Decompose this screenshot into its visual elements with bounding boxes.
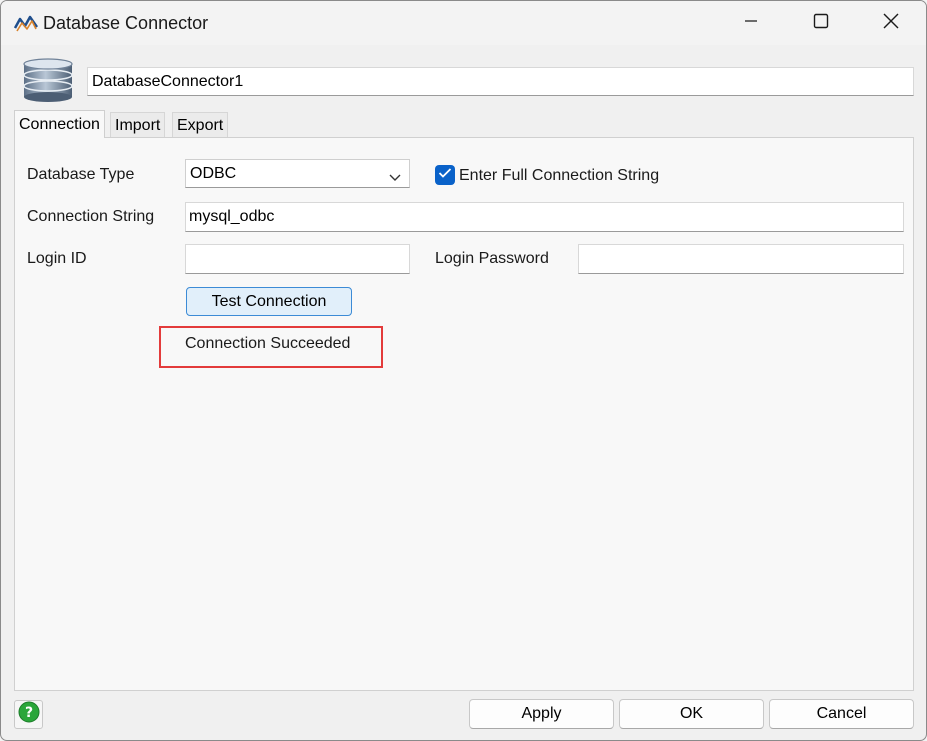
ok-button[interactable]: OK [619, 699, 764, 729]
login-id-label: Login ID [27, 250, 87, 267]
maximize-icon [813, 13, 829, 34]
tab-connection[interactable]: Connection [14, 110, 105, 138]
connection-status-text: Connection Succeeded [185, 335, 351, 352]
apply-button[interactable]: Apply [469, 699, 614, 729]
database-type-label: Database Type [27, 166, 135, 183]
full-connection-string-label[interactable]: Enter Full Connection String [459, 167, 659, 185]
connection-string-label: Connection String [27, 208, 155, 225]
tab-import[interactable]: Import [110, 112, 166, 138]
login-password-label: Login Password [435, 250, 549, 267]
checkmark-icon [438, 166, 452, 184]
login-password-input[interactable] [578, 244, 904, 274]
database-icon [21, 57, 75, 103]
tab-export[interactable]: Export [172, 112, 229, 138]
minimize-button[interactable] [716, 1, 786, 45]
test-connection-button[interactable]: Test Connection [186, 287, 352, 316]
cancel-button[interactable]: Cancel [769, 699, 914, 729]
dialog-window: Database Connector DatabaseConnector1 Co… [0, 0, 927, 741]
help-icon: ? [18, 701, 40, 728]
full-connection-string-checkbox[interactable] [435, 165, 455, 185]
close-button[interactable] [856, 1, 926, 45]
title-bar[interactable]: Database Connector [1, 1, 926, 45]
window-title: Database Connector [43, 13, 209, 33]
app-logo-icon [13, 13, 39, 33]
database-type-select[interactable]: ODBC [185, 159, 410, 188]
close-icon [883, 13, 899, 34]
help-button[interactable]: ? [14, 700, 43, 729]
database-type-value: ODBC [190, 165, 237, 182]
minimize-icon [744, 14, 758, 33]
svg-text:?: ? [24, 705, 32, 721]
maximize-button[interactable] [786, 1, 856, 45]
chevron-down-icon [389, 169, 401, 187]
login-id-input[interactable] [185, 244, 410, 274]
connector-name-input[interactable] [87, 67, 914, 96]
connection-string-input[interactable] [185, 202, 904, 232]
